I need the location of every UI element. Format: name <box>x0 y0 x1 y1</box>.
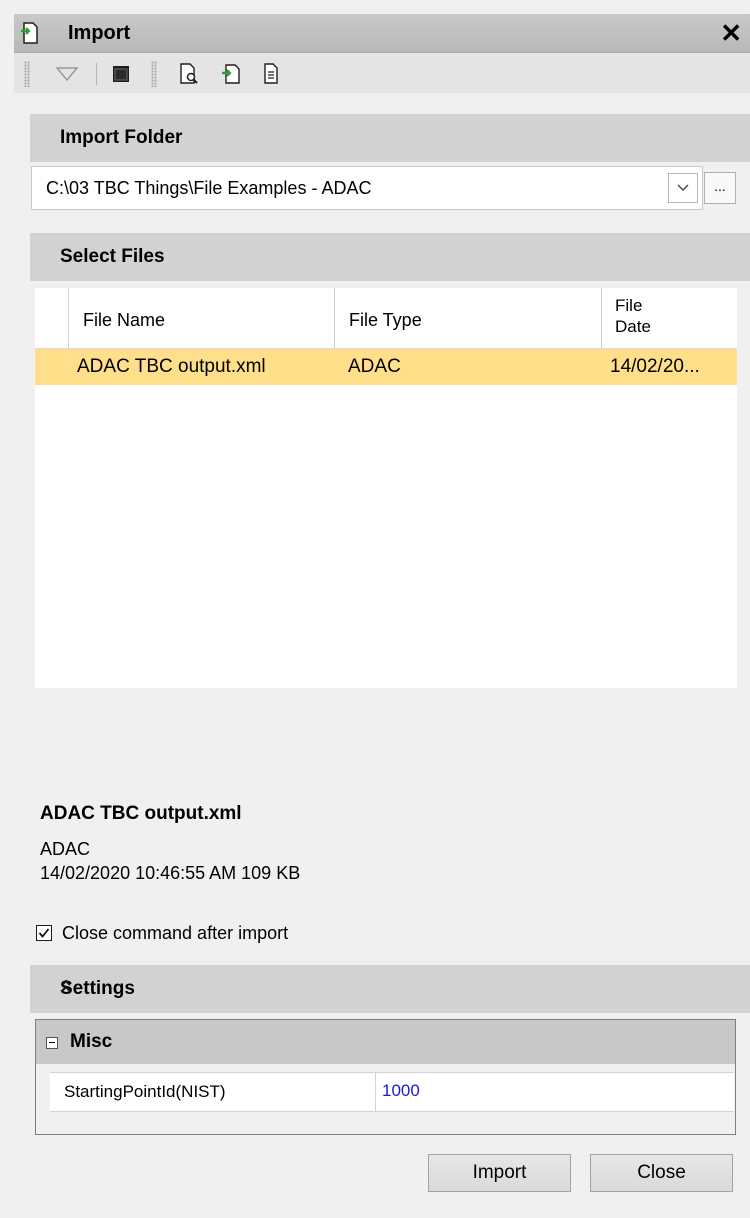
toolbar <box>14 53 750 93</box>
property-name: StartingPointId(NIST) <box>64 1082 226 1101</box>
column-separator <box>601 288 602 348</box>
import-folder-path: C:\03 TBC Things\File Examples - ADAC <box>46 178 372 198</box>
toolbar-separator <box>96 63 97 85</box>
toolbar-grip-2[interactable] <box>151 61 157 87</box>
files-grid-header: File Name File Type File Date <box>35 288 737 349</box>
collapse-group-icon[interactable] <box>46 1037 58 1049</box>
terminal-icon[interactable] <box>108 61 134 87</box>
files-grid: File Name File Type File Date ADAC TBC o… <box>35 288 737 688</box>
cell-file-name: ADAC TBC output.xml <box>77 356 266 377</box>
close-after-import-checkbox[interactable] <box>36 925 52 941</box>
window-title: Import <box>68 22 131 44</box>
document-icon[interactable] <box>258 61 284 87</box>
table-row[interactable]: ADAC TBC output.xml ADAC 14/02/20... <box>35 349 737 385</box>
cell-file-type: ADAC <box>348 356 401 377</box>
property-separator <box>375 1073 376 1111</box>
settings-property-grid: Misc StartingPointId(NIST) 1000 <box>35 1019 736 1135</box>
column-header-file-name[interactable]: File Name <box>83 310 165 331</box>
import-document-icon <box>20 22 40 44</box>
property-value[interactable]: 1000 <box>382 1081 420 1101</box>
close-icon[interactable]: ✕ <box>720 19 742 47</box>
preview-icon[interactable] <box>176 61 202 87</box>
column-separator <box>334 288 335 348</box>
chevron-down-icon[interactable] <box>668 173 698 203</box>
close-button[interactable]: Close <box>590 1154 733 1192</box>
selected-file-meta: 14/02/2020 10:46:55 AM 109 KB <box>40 863 301 883</box>
browse-folder-button[interactable]: ... <box>704 172 736 204</box>
filter-icon[interactable] <box>54 61 80 87</box>
property-group-misc[interactable]: Misc <box>36 1020 735 1064</box>
settings-header[interactable]: Settings <box>30 965 750 1013</box>
column-header-file-type[interactable]: File Type <box>349 310 422 331</box>
property-group-label: Misc <box>70 1031 113 1052</box>
selected-file-name: ADAC TBC output.xml <box>40 803 242 824</box>
close-after-import-label[interactable]: Close command after import <box>62 923 288 944</box>
close-after-import-option[interactable]: Close command after import <box>36 921 288 945</box>
column-header-file-date[interactable]: File Date <box>615 295 651 337</box>
title-bar: Import ✕ <box>14 14 750 53</box>
collapse-icon[interactable] <box>60 979 734 998</box>
select-files-header: Select Files <box>30 233 750 281</box>
import-panel: Import ✕ Import Folder C:\03 TBC Things\… <box>14 14 750 1204</box>
import-button[interactable]: Import <box>428 1154 571 1192</box>
cell-file-date: 14/02/20... <box>610 356 700 377</box>
import-folder-combobox[interactable]: C:\03 TBC Things\File Examples - ADAC <box>31 166 703 210</box>
import-folder-title: Import Folder <box>60 127 183 148</box>
toolbar-grip[interactable] <box>24 61 30 87</box>
selected-file-type: ADAC <box>40 839 91 859</box>
import-folder-header: Import Folder <box>30 114 750 162</box>
import-icon[interactable] <box>218 61 244 87</box>
property-row[interactable]: StartingPointId(NIST) 1000 <box>50 1072 734 1112</box>
column-separator <box>68 288 69 348</box>
select-files-title: Select Files <box>60 246 165 267</box>
